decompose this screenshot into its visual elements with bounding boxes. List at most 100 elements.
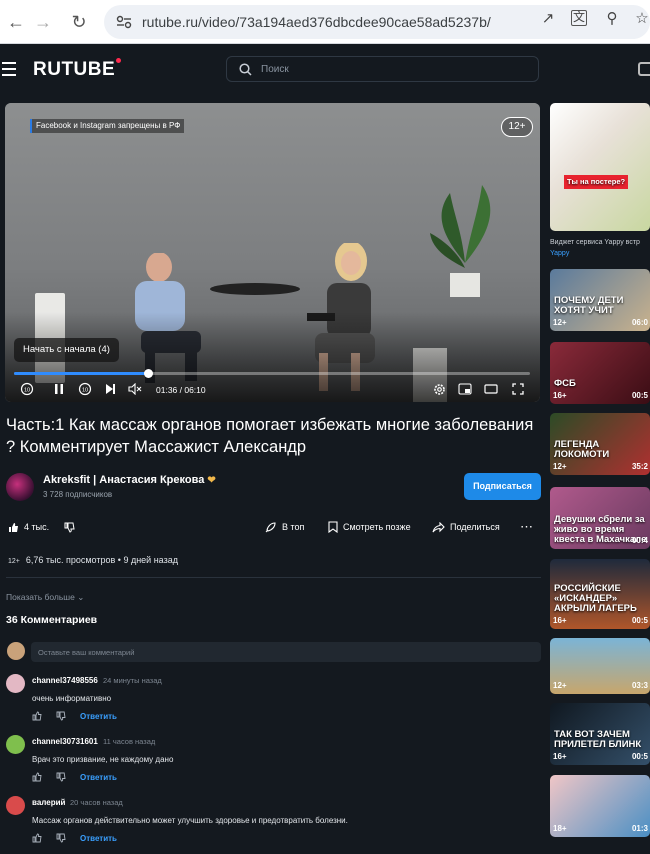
decor-plant [430,185,491,297]
comment-author[interactable]: валерий [32,798,65,807]
svg-text:10: 10 [24,388,30,394]
thumbnail-duration: 03:3 [631,681,648,690]
zoom-icon[interactable]: ⚲ [603,10,621,28]
fullscreen-icon[interactable] [510,381,526,397]
thumbnail-duration: 35:2 [631,462,648,471]
thumbnail-title: РОССИЙСКИЕ «ИСКАНДЕР» АКРЫЛИ ЛАГЕРЬ [554,583,637,614]
forward-10-icon[interactable]: 10 [77,381,93,397]
recommended-video-thumbnail[interactable]: Девушки сбрели за живо во время квеста в… [550,487,650,549]
mute-icon[interactable] [127,381,143,397]
thumbnail-title: ЛЕГЕНДА ЛОКОМОТИ [554,439,610,460]
comment-text: Массаж органов действительно может улучш… [32,816,348,825]
thumbs-down-icon [64,522,75,533]
recommendations-sidebar: Виджет сервиса Yappy встр Yappy Ты на по… [550,103,650,854]
channel-avatar[interactable] [6,473,34,501]
recommended-video-thumbnail[interactable]: Ты на постере? [550,103,650,231]
recommended-video-thumbnail[interactable]: 18+ 01:3 [550,775,650,837]
reload-icon[interactable]: ↻ [68,11,90,33]
miniplayer-icon[interactable] [457,381,473,397]
next-icon[interactable] [102,381,118,397]
meta-age-rating: 12+ [8,558,20,565]
upload-icon[interactable] [638,62,650,76]
video-player[interactable]: Facebook и Instagram запрещены в РФ 12+ … [5,103,540,402]
address-bar[interactable]: rutube.ru/video/73a194aed376dbcdee90cae5… [104,5,650,39]
pause-icon[interactable] [51,381,67,397]
thumbnail-age: 18+ [553,824,567,833]
dislike-button[interactable] [64,517,75,537]
recommended-video-thumbnail[interactable]: РОССИЙСКИЕ «ИСКАНДЕР» АКРЫЛИ ЛАГЕРЬ 16+ 00… [550,559,650,629]
open-in-app-icon[interactable]: ↗ [539,10,557,28]
reply-button[interactable]: Ответить [80,773,117,782]
reply-button[interactable]: Ответить [80,834,117,843]
recommended-video-thumbnail[interactable]: ПОЧЕМУ ДЕТИ ХОТЯТ УЧИТ 12+ 06:0 [550,269,650,331]
menu-icon[interactable] [2,62,16,76]
time-display: 01:36 / 06:10 [156,385,206,395]
share-icon [432,521,445,532]
thumbs-up-icon [9,522,18,532]
thumbs-down-icon[interactable] [56,772,66,782]
comment-avatar[interactable] [6,796,25,815]
recommended-video-thumbnail[interactable]: 12+ 03:3 [550,638,650,694]
widget-caption: Виджет сервиса Yappy встр [550,239,640,246]
site-settings-icon[interactable] [116,15,132,29]
current-user-avatar [7,642,25,660]
progress-bar[interactable] [14,369,530,378]
back-icon[interactable]: ← [5,11,27,33]
recommended-video-thumbnail[interactable]: ТАК ВОТ ЗАЧЕМ ПРИЛЕТЕЛ БЛИНК 16+ 00:5 [550,703,650,765]
subscribe-button[interactable]: Подписаться [464,473,541,500]
search-icon [239,63,252,76]
meta-ban-badge: Facebook и Instagram запрещены в РФ [30,119,185,133]
settings-gear-icon[interactable] [431,381,447,397]
search-input[interactable]: Поиск [226,56,539,82]
rewind-10-icon[interactable]: 10 [19,381,35,397]
thumbnail-duration: 06:0 [631,318,648,327]
theater-mode-icon[interactable] [483,381,499,397]
thumbs-up-icon[interactable] [32,772,42,782]
share-button[interactable]: Поделиться [432,517,500,537]
widget-brand[interactable]: Yappy [550,250,569,257]
comment-input[interactable]: Оставьте ваш комментарий [31,642,541,662]
comment-avatar[interactable] [6,674,25,693]
recommended-video-thumbnail[interactable]: ФСБ 16+ 00:5 [550,342,650,404]
comment-time: 20 часов назад [70,798,123,807]
svg-text:10: 10 [82,388,88,394]
decor-table [210,283,300,295]
comment-item: channel30731601 11 часов назад Врач это пр… [0,735,545,793]
translate-icon[interactable]: 文 [571,10,587,26]
thumbs-up-icon[interactable] [32,711,42,721]
thumbnail-duration: 00:4 [631,536,648,545]
recommended-video-thumbnail[interactable]: ЛЕГЕНДА ЛОКОМОТИ 12+ 35:2 [550,413,650,475]
reply-button[interactable]: Ответить [80,712,117,721]
more-options-icon[interactable]: ⋯ [520,517,533,537]
view-count: 6,76 тыс. просмотров [25,555,116,565]
channel-name[interactable]: Akreksfit | Анастасия Крекова ❤ [43,474,216,486]
verified-heart-icon: ❤ [207,475,216,486]
thumbs-up-icon[interactable] [32,833,42,843]
comment-actions: Ответить [32,832,117,844]
thumbnail-title: ТАК ВОТ ЗАЧЕМ ПРИЛЕТЕЛ БЛИНК [554,729,642,750]
resume-from-start-button[interactable]: Начать с начала (4) [14,338,119,362]
url-text[interactable]: rutube.ru/video/73a194aed376dbcdee90cae5… [142,14,491,30]
show-more-link[interactable]: Показать больше ⌄ [6,592,84,603]
thumbs-down-icon[interactable] [56,711,66,721]
thumbnail-age: 12+ [553,318,567,327]
comment-author[interactable]: channel37498556 [32,676,98,685]
comment-author[interactable]: channel30731601 [32,737,98,746]
thumbnail-age: 16+ [553,616,567,625]
comment-item: channel37498556 24 минуты назад очень инфо… [0,674,545,732]
age-rating-badge: 12+ [501,117,533,137]
watch-later-button[interactable]: Смотреть позже [328,517,411,537]
thumbnail-duration: 00:5 [631,752,648,761]
comment-item: валерий 20 часов назад Массаж органов дейс… [0,796,545,854]
comment-avatar[interactable] [6,735,25,754]
rutube-logo[interactable]: RUTUBE [33,58,122,81]
forward-icon[interactable]: → [32,11,54,33]
thumbs-down-icon[interactable] [56,833,66,843]
player-controls: 10 10 01:36 / 06:10 [5,379,540,401]
bookmark-icon [328,521,338,533]
bookmark-star-icon[interactable]: ☆ [633,10,650,28]
to-top-button[interactable]: В топ [264,517,304,537]
video-title: Часть:1 Как массаж органов помогает избе… [6,416,534,456]
thumbnail-title: ФСБ [554,378,576,389]
like-button[interactable]: 4 тыс. [8,517,49,537]
